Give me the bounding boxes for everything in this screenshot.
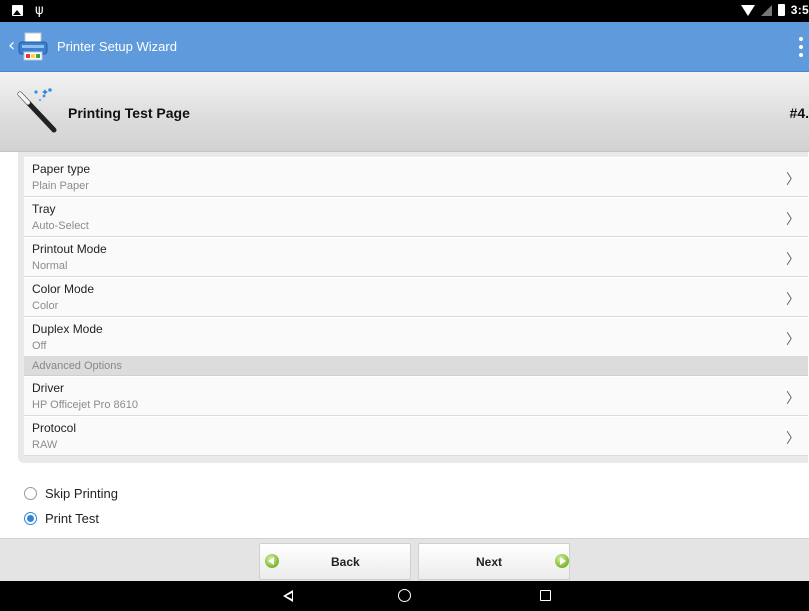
settings-list: Paper type Plain Paper 〉 Tray Auto-Selec… <box>24 157 808 456</box>
chevron-right-icon: 〉 <box>786 292 800 308</box>
back-button-label: Back <box>331 555 360 569</box>
advanced-options-header: Advanced Options <box>24 357 808 376</box>
setting-row-color-mode[interactable]: Color Mode Color 〉 <box>24 277 808 317</box>
page-title: Printing Test Page <box>68 105 190 121</box>
chevron-right-icon: 〉 <box>786 252 800 268</box>
settings-panel: Paper type Plain Paper 〉 Tray Auto-Selec… <box>18 152 808 463</box>
setting-row-paper-type[interactable]: Paper type Plain Paper 〉 <box>24 157 808 197</box>
setting-label: Duplex Mode <box>32 322 103 336</box>
status-time: 3:5 <box>790 3 809 17</box>
chevron-right-icon: 〉 <box>786 431 800 447</box>
arrow-right-icon <box>555 554 569 568</box>
setting-row-duplex-mode[interactable]: Duplex Mode Off 〉 <box>24 317 808 357</box>
skip-printing-radio[interactable] <box>24 487 37 500</box>
nav-home-icon[interactable] <box>398 589 411 602</box>
image-notification-icon <box>12 5 23 16</box>
chevron-right-icon: 〉 <box>786 172 800 188</box>
nav-recents-icon[interactable] <box>540 590 551 601</box>
app-title: Printer Setup Wizard <box>57 39 177 54</box>
next-button[interactable]: Next <box>418 543 570 580</box>
setting-value: HP Officejet Pro 8610 <box>32 399 138 411</box>
setting-label: Tray <box>32 202 56 216</box>
setting-row-printout-mode[interactable]: Printout Mode Normal 〉 <box>24 237 808 277</box>
chevron-right-icon: 〉 <box>786 332 800 348</box>
skip-printing-option[interactable]: Skip Printing <box>24 486 118 501</box>
arrow-left-icon <box>265 554 279 568</box>
chevron-right-icon: 〉 <box>786 212 800 228</box>
setting-value: Color <box>32 300 59 312</box>
setting-value: Off <box>32 340 47 352</box>
setting-label: Paper type <box>32 162 91 176</box>
battery-icon <box>777 4 785 16</box>
setting-value: RAW <box>32 439 58 451</box>
print-test-option[interactable]: Print Test <box>24 511 99 526</box>
print-test-label: Print Test <box>45 511 99 526</box>
setting-label: Driver <box>32 381 64 395</box>
nav-back-icon[interactable] <box>283 590 293 602</box>
setting-value: Normal <box>32 260 68 272</box>
print-test-radio[interactable] <box>24 512 37 525</box>
magic-wand-icon <box>17 88 57 133</box>
setting-label: Protocol <box>32 421 77 435</box>
next-button-label: Next <box>476 555 503 569</box>
wifi-icon <box>740 4 755 16</box>
setting-value: Plain Paper <box>32 180 89 192</box>
up-navigation-icon[interactable]: ‹ <box>8 36 15 56</box>
back-button[interactable]: Back <box>259 543 411 580</box>
action-bar: ‹ Printer Setup Wizard <box>0 22 809 72</box>
status-bar: ψ 3:5 <box>0 0 809 22</box>
page-header: Printing Test Page #4. <box>0 72 809 152</box>
chevron-right-icon: 〉 <box>786 391 800 407</box>
printer-app-icon[interactable] <box>16 31 50 63</box>
setting-row-protocol[interactable]: Protocol RAW 〉 <box>24 416 808 456</box>
step-number: #4. <box>789 105 809 121</box>
no-signal-icon <box>760 4 772 16</box>
setting-label: Color Mode <box>32 282 95 296</box>
skip-printing-label: Skip Printing <box>45 486 118 501</box>
overflow-menu-icon[interactable] <box>799 37 803 57</box>
setting-row-tray[interactable]: Tray Auto-Select 〉 <box>24 197 808 237</box>
usb-icon: ψ <box>35 3 44 18</box>
system-navigation-bar <box>0 581 809 611</box>
wizard-button-bar: Back Next <box>0 538 809 581</box>
setting-row-driver[interactable]: Driver HP Officejet Pro 8610 〉 <box>24 376 808 416</box>
setting-value: Auto-Select <box>32 220 89 232</box>
setting-label: Printout Mode <box>32 242 107 256</box>
